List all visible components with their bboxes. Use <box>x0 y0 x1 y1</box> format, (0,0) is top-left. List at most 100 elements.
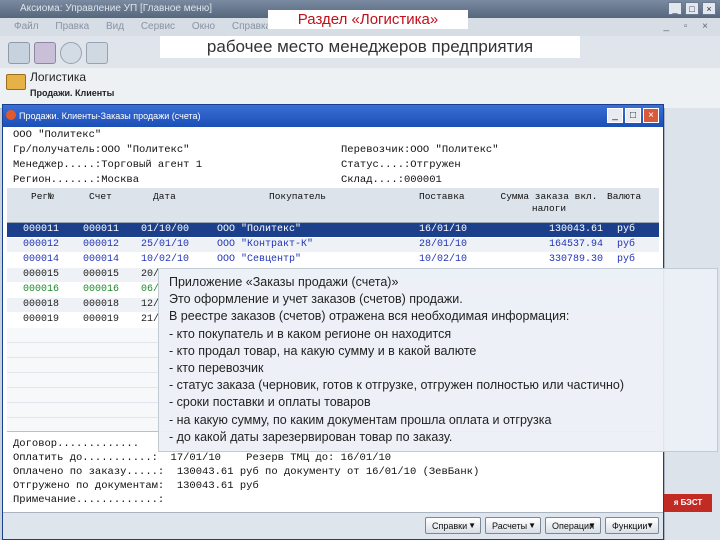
consignee-field: Гр/получатель:ООО "Политекс" <box>13 144 190 156</box>
col-date[interactable]: Дата <box>153 191 176 203</box>
col-delivery[interactable]: Поставка <box>419 191 465 203</box>
cell-invoice: 000019 <box>83 314 120 325</box>
carrier-field: Перевозчик:ООО "Политекс" <box>341 144 499 156</box>
cell-delivery: 10/02/10 <box>419 254 468 265</box>
callout-line: - кто продал товар, на какую сумму и в к… <box>169 343 477 358</box>
slide-title: Раздел «Логистика» <box>268 10 468 29</box>
app-logo-icon <box>6 110 16 120</box>
cell-currency: руб <box>617 224 636 235</box>
menu-service[interactable]: Сервис <box>141 21 175 32</box>
callout-line: - на какую сумму, по каким документам пр… <box>169 412 552 427</box>
cell-num: 000019 <box>23 314 60 325</box>
dialog-close-button[interactable]: × <box>643 108 659 123</box>
cell-invoice: 000014 <box>83 254 120 265</box>
menu-window[interactable]: Окно <box>192 21 215 32</box>
callout-line: - кто перевозчик <box>169 361 264 375</box>
report-icon[interactable] <box>34 42 56 64</box>
cell-num: 000014 <box>23 254 60 265</box>
help-icon[interactable] <box>60 42 82 64</box>
cell-date: 06/ <box>141 284 160 295</box>
table-row[interactable]: 000014 000014 10/02/10 ООО "Севцентр" 10/02/… <box>7 253 659 267</box>
status-field: Статус....:Отгружен <box>341 159 461 171</box>
cell-amount: 164537.94 <box>548 239 603 250</box>
dropdown-icon: ▼ <box>528 521 536 530</box>
tool-icon[interactable] <box>86 42 108 64</box>
col-amount[interactable]: Сумма заказа вкл. налоги <box>495 191 603 215</box>
col-buyer[interactable]: Покупатель <box>269 191 326 203</box>
nav-sales-clients[interactable]: Продажи. Клиенты <box>30 88 114 98</box>
open-icon[interactable] <box>8 42 30 64</box>
dialog-titlebar[interactable]: Продажи. Клиенты-Заказы продажи (счета) … <box>3 105 663 127</box>
cell-date: 01/10/00 <box>141 224 190 235</box>
cell-currency: руб <box>617 239 636 250</box>
references-label: Справки <box>432 521 468 531</box>
cell-num: 000018 <box>23 299 60 310</box>
cell-amount: 330789.30 <box>548 254 603 265</box>
cell-buyer: ООО "Политекс" <box>217 224 302 235</box>
app-title: Аксиома: Управление УП [Главное меню] <box>20 3 212 14</box>
callout-line: - сроки поставки и оплаты товаров <box>169 395 371 410</box>
dialog-title: Продажи. Клиенты-Заказы продажи (счета) <box>19 111 201 121</box>
dropdown-icon: ▼ <box>468 521 476 530</box>
cell-amount: 130043.61 <box>548 224 603 235</box>
dialog-minimize-button[interactable]: _ <box>607 108 623 123</box>
slide-subtitle: рабочее место менеджеров предприятия <box>160 36 580 58</box>
cell-num: 000011 <box>23 224 60 235</box>
table-row[interactable]: 000011 000011 01/10/00 ООО "Политекс" 16/01/… <box>7 223 659 237</box>
region-field: Регион.......:Москва <box>13 174 140 186</box>
cell-date: 20/ <box>141 269 160 280</box>
cell-invoice: 000015 <box>83 269 120 280</box>
app-close-button[interactable]: × <box>702 2 716 15</box>
calculations-label: Расчеты <box>492 521 528 531</box>
description-callout: Приложение «Заказы продажи (счета)» Это о… <box>158 268 718 452</box>
cell-date: 21/ <box>141 314 160 325</box>
contract-field: Договор............. <box>13 438 140 450</box>
nav-logistics[interactable]: Логистика <box>30 70 86 84</box>
menu-help[interactable]: Справка <box>232 21 271 32</box>
note-field: Примечание.............: <box>13 494 165 506</box>
cell-currency: руб <box>617 254 636 265</box>
col-currency[interactable]: Валюта <box>607 191 641 203</box>
cell-buyer: ООО "Севцентр" <box>217 254 302 265</box>
cell-delivery: 16/01/10 <box>419 224 468 235</box>
cell-num: 000012 <box>23 239 60 250</box>
cell-invoice: 000011 <box>83 224 120 235</box>
app-maximize-button[interactable]: □ <box>685 2 699 15</box>
customer-name: ООО "Политекс" <box>13 129 102 141</box>
operations-button[interactable]: Операции ▼ <box>545 517 601 534</box>
callout-line: В реестре заказов (счетов) отражена вся … <box>169 309 570 324</box>
dialog-button-bar: Справки ▼ Расчеты ▼ Операции ▼ Функции ▼ <box>3 512 663 539</box>
references-button[interactable]: Справки ▼ <box>425 517 481 534</box>
menu-file[interactable]: Файл <box>14 21 39 32</box>
table-row[interactable]: 000012 000012 25/01/10 ООО "Контракт-К" 28/0… <box>7 238 659 252</box>
menu-edit[interactable]: Правка <box>55 21 89 32</box>
nav-panel: Логистика Продажи. Клиенты <box>0 68 720 109</box>
cell-date: 10/02/10 <box>141 254 190 265</box>
dialog-maximize-button[interactable]: □ <box>625 108 641 123</box>
callout-line: - статус заказа (черновик, готов к отгру… <box>169 378 624 393</box>
cell-num: 000016 <box>23 284 60 295</box>
table-header: Рег№ Счет Дата Покупатель Поставка Сумма… <box>7 188 659 223</box>
cell-invoice: 000016 <box>83 284 120 295</box>
calculations-button[interactable]: Расчеты ▼ <box>485 517 541 534</box>
cell-delivery: 28/01/10 <box>419 239 468 250</box>
pay-until-field: Оплатить до...........: 17/01/10 Резерв … <box>13 452 392 464</box>
col-invoice[interactable]: Счет <box>89 191 112 203</box>
warehouse-field: Склад....:000001 <box>341 174 442 186</box>
app-window-controls: _ □ × <box>668 2 716 15</box>
dropdown-icon: ▼ <box>646 521 654 530</box>
folder-icon <box>6 74 26 90</box>
col-num[interactable]: Рег№ <box>31 191 54 203</box>
cell-date: 25/01/10 <box>141 239 190 250</box>
functions-label: Функции <box>612 521 648 531</box>
cell-num: 000015 <box>23 269 60 280</box>
paid-field: Оплачено по заказу.....: 130043.61 руб п… <box>13 466 480 478</box>
shipped-field: Отгружено по документам: 130043.61 руб <box>13 480 259 492</box>
callout-line: Это оформление и учет заказов (счетов) п… <box>169 292 463 307</box>
side-badge: я БЭСТ <box>664 494 712 512</box>
app-minimize-button[interactable]: _ <box>668 2 682 15</box>
cell-invoice: 000018 <box>83 299 120 310</box>
functions-button[interactable]: Функции ▼ <box>605 517 659 534</box>
mdi-window-controls[interactable]: _ ▫ × <box>663 18 714 36</box>
menu-view[interactable]: Вид <box>106 21 124 32</box>
